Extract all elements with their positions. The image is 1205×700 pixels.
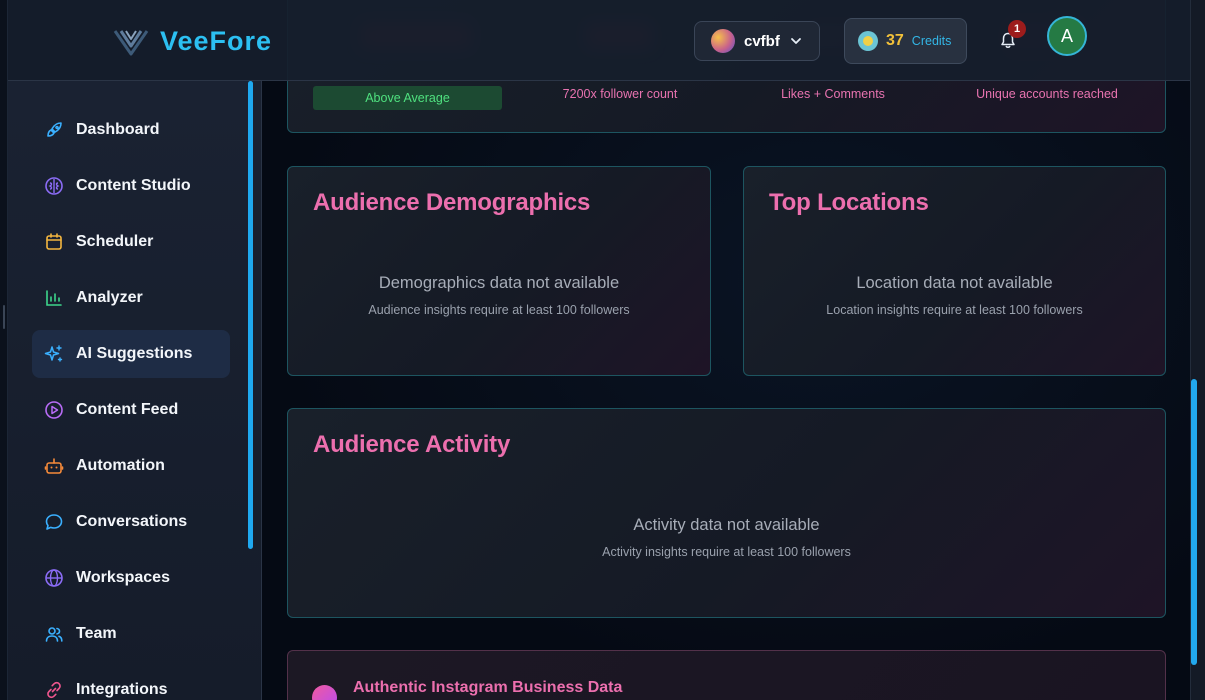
brain-icon [44, 176, 64, 196]
card-title: Audience Demographics [313, 189, 591, 216]
sidebar-item-integrations[interactable]: Integrations [32, 666, 230, 700]
metric-caption: 7200x follower count [562, 87, 678, 101]
card-title: Top Locations [769, 189, 929, 216]
sidebar-item-automation[interactable]: Automation [32, 442, 230, 490]
user-avatar[interactable]: A [1047, 16, 1087, 56]
performance-badge: Above Average [313, 86, 502, 110]
business-data-card: Authentic Instagram Business Data [287, 650, 1166, 700]
resize-handle[interactable] [3, 305, 5, 329]
sidebar-item-workspaces[interactable]: Workspaces [32, 554, 230, 602]
sidebar-item-label: Integrations [76, 681, 168, 698]
app-window: Above Average 7200x follower count Likes… [0, 0, 1205, 700]
sidebar-item-label: Automation [76, 457, 165, 474]
workspace-switcher[interactable]: cvfbf [694, 21, 820, 61]
credits-value: 37 [886, 32, 904, 49]
play-circle-icon [44, 400, 64, 420]
workspace-avatar [711, 29, 735, 53]
chevron-down-icon [790, 38, 801, 44]
users-icon [44, 624, 64, 644]
credits-button[interactable]: 37 Credits [844, 18, 967, 64]
metric-caption: Likes + Comments [781, 87, 885, 101]
brand-name: VeeFore [160, 25, 273, 56]
empty-state-message: Demographics data not available [378, 274, 620, 292]
sidebar-item-scheduler[interactable]: Scheduler [32, 218, 230, 266]
sidebar-item-label: Scheduler [76, 233, 154, 250]
bar-chart-icon [44, 288, 64, 308]
sidebar-item-label: Analyzer [76, 289, 143, 306]
sidebar-item-label: Content Studio [76, 177, 191, 194]
sidebar-item-ai-suggestions[interactable]: AI Suggestions [32, 330, 230, 378]
top-locations-card: Top Locations Location data not availabl… [743, 166, 1166, 376]
rocket-icon [44, 120, 64, 140]
metric-caption: Unique accounts reached [976, 87, 1118, 101]
sidebar-item-content-feed[interactable]: Content Feed [32, 386, 230, 434]
notification-badge: 1 [1008, 20, 1026, 38]
sidebar-item-content-studio[interactable]: Content Studio [32, 162, 230, 210]
sidebar-item-dashboard[interactable]: Dashboard [32, 106, 230, 154]
empty-state-note: Audience insights require at least 100 f… [368, 303, 630, 317]
calendar-icon [44, 232, 64, 252]
sidebar-item-label: Content Feed [76, 401, 179, 418]
workspace-name: cvfbf [744, 32, 780, 50]
audience-activity-card: Audience Activity Activity data not avai… [287, 408, 1166, 618]
main-content: Above Average 7200x follower count Likes… [262, 0, 1190, 700]
empty-state-message: Location data not available [856, 274, 1053, 292]
sidebar-item-label: AI Suggestions [76, 345, 193, 362]
card-title: Audience Activity [313, 431, 511, 458]
sparkles-icon [44, 344, 64, 364]
empty-state-note: Activity insights require at least 100 f… [602, 545, 851, 559]
sidebar-item-label: Conversations [76, 513, 188, 530]
page-scrollbar-thumb[interactable] [1191, 379, 1197, 665]
chat-bubble-icon [44, 512, 64, 532]
sidebar-item-label: Team [76, 625, 117, 642]
business-data-title: Authentic Instagram Business Data [353, 679, 623, 696]
sidebar-item-team[interactable]: Team [32, 610, 230, 658]
sidebar-scrollbar[interactable] [248, 81, 253, 549]
globe-icon [44, 568, 64, 588]
sidebar-item-analyzer[interactable]: Analyzer [32, 274, 230, 322]
coin-icon [858, 31, 878, 51]
window-edge [0, 0, 8, 700]
sidebar-item-conversations[interactable]: Conversations [32, 498, 230, 546]
audience-demographics-card: Audience Demographics Demographics data … [287, 166, 711, 376]
empty-state-message: Activity data not available [633, 516, 820, 534]
sidebar-item-label: Workspaces [76, 569, 170, 586]
empty-state-note: Location insights require at least 100 f… [826, 303, 1083, 317]
instagram-icon [312, 685, 337, 700]
sidebar-item-label: Dashboard [76, 121, 160, 138]
brand-logo[interactable]: VeeFore [112, 22, 272, 60]
credits-label: Credits [911, 34, 952, 48]
veefore-logo-icon [113, 30, 149, 56]
top-header: VeeFore cvfbf 37 Credits 1 A [8, 0, 1190, 81]
sidebar: Dashboard Content Studio Scheduler Analy… [8, 81, 262, 700]
link-icon [44, 680, 64, 700]
robot-icon [44, 456, 64, 476]
